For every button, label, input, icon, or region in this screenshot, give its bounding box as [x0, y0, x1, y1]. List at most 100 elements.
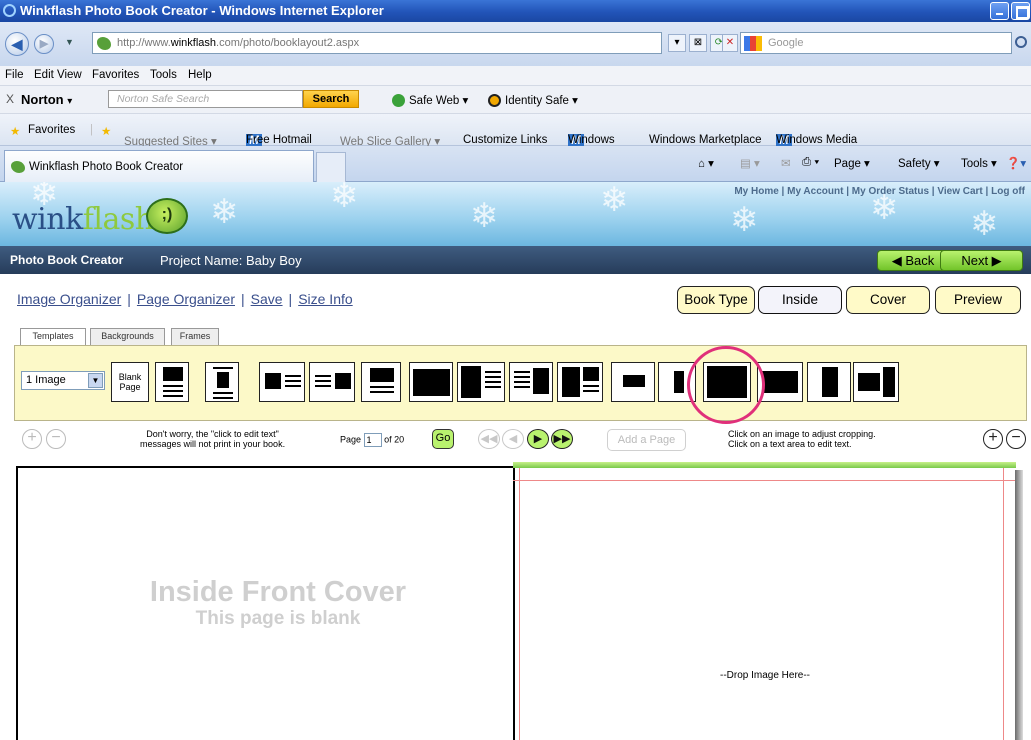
menu-favorites[interactable]: Favorites [92, 69, 139, 81]
creator-title: Photo Book Creator [10, 253, 124, 267]
tab-frames[interactable]: Frames [171, 328, 219, 345]
site-favicon-icon [97, 37, 111, 50]
template-thumbnail[interactable] [361, 362, 401, 402]
zoom-in-icon[interactable]: + [22, 429, 42, 449]
mail-icon[interactable]: ✉ [781, 156, 791, 170]
go-button[interactable]: Go [432, 429, 454, 449]
menu-file[interactable]: File [5, 69, 24, 81]
close-icon[interactable]: X [6, 92, 14, 106]
identity-safe-menu[interactable]: Identity Safe ▾ [488, 93, 578, 108]
help-icon[interactable]: ❓▾ [1006, 156, 1026, 170]
new-tab-button[interactable] [316, 152, 346, 182]
separator: | [90, 124, 93, 136]
safety-menu[interactable]: Safety ▾ [898, 156, 940, 170]
menu-tools[interactable]: Tools [150, 69, 177, 81]
creator-header: Photo Book Creator Project Name: Baby Bo… [0, 246, 1031, 274]
history-dropdown-icon[interactable]: ▼ [65, 37, 74, 47]
norton-menu[interactable]: Norton ▾ [21, 92, 72, 107]
template-thumbnail[interactable] [155, 362, 189, 402]
minimize-button[interactable] [990, 2, 1009, 20]
account-links[interactable]: My Home | My Account | My Order Status |… [734, 186, 1025, 197]
search-box[interactable]: Google [740, 32, 1012, 54]
size-info-link[interactable]: Size Info [298, 291, 352, 307]
compatibility-view-icon[interactable]: ⊠ [689, 34, 707, 52]
favorites-button[interactable]: Favorites [28, 124, 75, 136]
home-icon[interactable]: ⌂ ▾ [698, 156, 714, 170]
add-favorite-icon[interactable]: ★ [101, 124, 111, 138]
template-thumbnail[interactable] [259, 362, 305, 402]
window-title: Winkflash Photo Book Creator - Windows I… [20, 3, 384, 18]
menu-edit[interactable]: Edit [34, 69, 54, 81]
template-thumbnail[interactable] [853, 362, 899, 402]
menu-help[interactable]: Help [188, 69, 212, 81]
template-thumbnail[interactable] [409, 362, 453, 402]
first-page-icon[interactable]: ◀◀ [478, 429, 500, 449]
edit-hint: Click on an image to adjust cropping. Cli… [728, 429, 876, 449]
tools-menu[interactable]: Tools ▾ [961, 156, 997, 170]
browser-tab[interactable]: Winkflash Photo Book Creator [4, 150, 314, 182]
site-banner: ❄ ❄ ❄ ❄ ❄ ❄ ❄ ❄ winkflash ;) My Home | M… [0, 182, 1031, 246]
template-blank-page[interactable]: Blank Page [111, 362, 149, 402]
identity-safe-icon [488, 94, 501, 108]
page-organizer-link[interactable]: Page Organizer [137, 291, 235, 307]
search-placeholder: Google [768, 37, 804, 49]
winkflash-logo[interactable]: winkflash [12, 202, 154, 237]
maximize-button[interactable] [1011, 2, 1030, 20]
bleed-guide [1003, 468, 1004, 740]
page-indicator: Page 1 of 20 [340, 433, 405, 447]
save-link[interactable]: Save [251, 291, 283, 307]
template-thumbnail[interactable] [557, 362, 603, 402]
feeds-icon[interactable]: ▤ ▾ [740, 156, 760, 170]
add-page-button[interactable]: Add a Page [607, 429, 686, 451]
template-thumbnail[interactable] [309, 362, 355, 402]
page-number-input[interactable]: 1 [363, 433, 382, 447]
bleed-guide [519, 468, 520, 740]
tab-templates[interactable]: Templates [20, 328, 86, 345]
menu-bar: File Edit View Favorites Tools Help [0, 66, 1031, 86]
back-arrow-icon[interactable]: ◀ [5, 32, 29, 56]
address-bar[interactable]: http://www.winkflash.com/photo/booklayou… [92, 32, 662, 54]
template-thumbnail[interactable] [205, 362, 239, 402]
last-page-icon[interactable]: ▶▶ [551, 429, 573, 449]
zoom-out-icon[interactable]: − [46, 429, 66, 449]
step-preview[interactable]: Preview [935, 286, 1021, 314]
print-icon[interactable]: ⎙ ▾ [802, 156, 819, 169]
forward-arrow-icon[interactable]: ▶ [34, 34, 54, 54]
drop-image-label: --Drop Image Here-- [719, 670, 811, 681]
right-page-dropzone[interactable]: --Drop Image Here-- [513, 468, 1015, 740]
back-button[interactable]: ◀ Back [877, 250, 949, 271]
stop-icon[interactable]: ✕ [722, 34, 738, 52]
step-inside[interactable]: Inside [758, 286, 842, 314]
image-organizer-link[interactable]: Image Organizer [17, 291, 121, 307]
norton-search-button[interactable]: Search [303, 90, 359, 108]
previous-page-icon[interactable]: ◀ [502, 429, 524, 449]
image-count-select[interactable]: 1 Image ▼ [21, 371, 105, 390]
zoom-in-icon[interactable]: + [983, 429, 1003, 449]
snowflake-icon: ❄ [210, 193, 239, 231]
step-cover[interactable]: Cover [846, 286, 930, 314]
page-shadow [1015, 470, 1023, 740]
template-thumbnail[interactable] [457, 362, 505, 402]
template-thumbnail[interactable] [807, 362, 851, 402]
menu-view[interactable]: View [57, 69, 82, 81]
search-icon[interactable] [1015, 36, 1027, 48]
snowflake-icon: ❄ [470, 197, 499, 235]
page-controls: + − Don't worry, the "click to edit text… [0, 425, 1031, 461]
step-book-type[interactable]: Book Type [677, 286, 755, 314]
address-toolbar: ◀ ▶ ▼ http://www.winkflash.com/photo/boo… [0, 22, 1031, 66]
template-thumbnail[interactable] [509, 362, 553, 402]
safe-web-menu[interactable]: Safe Web ▾ [392, 93, 468, 108]
chevron-down-icon: ▼ [88, 373, 103, 388]
next-button[interactable]: Next ▶ [940, 250, 1023, 271]
project-name: Project Name: Baby Boy [160, 253, 302, 268]
norton-search-input[interactable]: Norton Safe Search [108, 90, 303, 108]
left-page-subtitle: This page is blank [195, 608, 361, 629]
tab-backgrounds[interactable]: Backgrounds [90, 328, 165, 345]
template-thumbnail[interactable] [611, 362, 655, 402]
page-menu[interactable]: Page ▾ [834, 156, 870, 170]
dropdown-arrow-icon[interactable]: ▾ [668, 34, 686, 52]
zoom-out-icon[interactable]: − [1006, 429, 1026, 449]
highlight-circle [687, 346, 765, 424]
next-page-icon[interactable]: ▶ [527, 429, 549, 449]
window-titlebar: Winkflash Photo Book Creator - Windows I… [0, 0, 1031, 22]
